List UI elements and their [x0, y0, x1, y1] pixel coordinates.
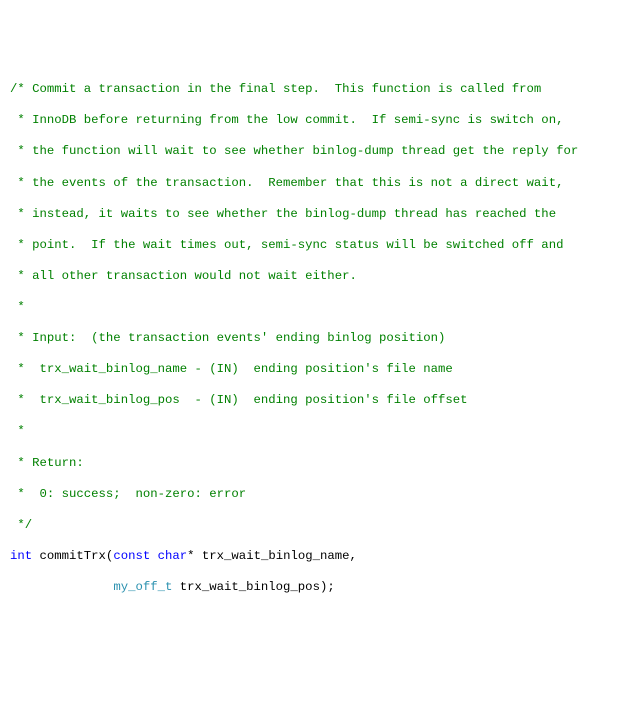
type-my-off-t: my_off_t	[113, 580, 172, 594]
comment-line: * trx_wait_binlog_pos - (IN) ending posi…	[10, 393, 468, 407]
param-2: trx_wait_binlog_pos);	[172, 580, 334, 594]
comment-line: * instead, it waits to see whether the b…	[10, 207, 556, 221]
keyword-const: const	[113, 549, 150, 563]
comment-line: * point. If the wait times out, semi-syn…	[10, 238, 563, 252]
comment-line: * InnoDB before returning from the low c…	[10, 113, 563, 127]
comment-line: /* Commit a transaction in the final ste…	[10, 82, 541, 96]
param-1: * trx_wait_binlog_name,	[187, 549, 357, 563]
comment-line: * Input: (the transaction events' ending…	[10, 331, 445, 345]
code-block: /* Commit a transaction in the final ste…	[10, 74, 622, 603]
comment-line: * 0: success; non-zero: error	[10, 487, 246, 501]
keyword-int: int	[10, 549, 32, 563]
comment-line: *	[10, 424, 25, 438]
indent	[10, 580, 113, 594]
comment-line: * all other transaction would not wait e…	[10, 269, 357, 283]
comment-line: * trx_wait_binlog_name - (IN) ending pos…	[10, 362, 453, 376]
comment-line: *	[10, 300, 25, 314]
comment-line: * the function will wait to see whether …	[10, 144, 578, 158]
function-name: commitTrx(	[32, 549, 113, 563]
comment-line: * Return:	[10, 456, 84, 470]
keyword-char: char	[158, 549, 188, 563]
comment-line: */	[10, 518, 32, 532]
comment-line: * the events of the transaction. Remembe…	[10, 176, 563, 190]
